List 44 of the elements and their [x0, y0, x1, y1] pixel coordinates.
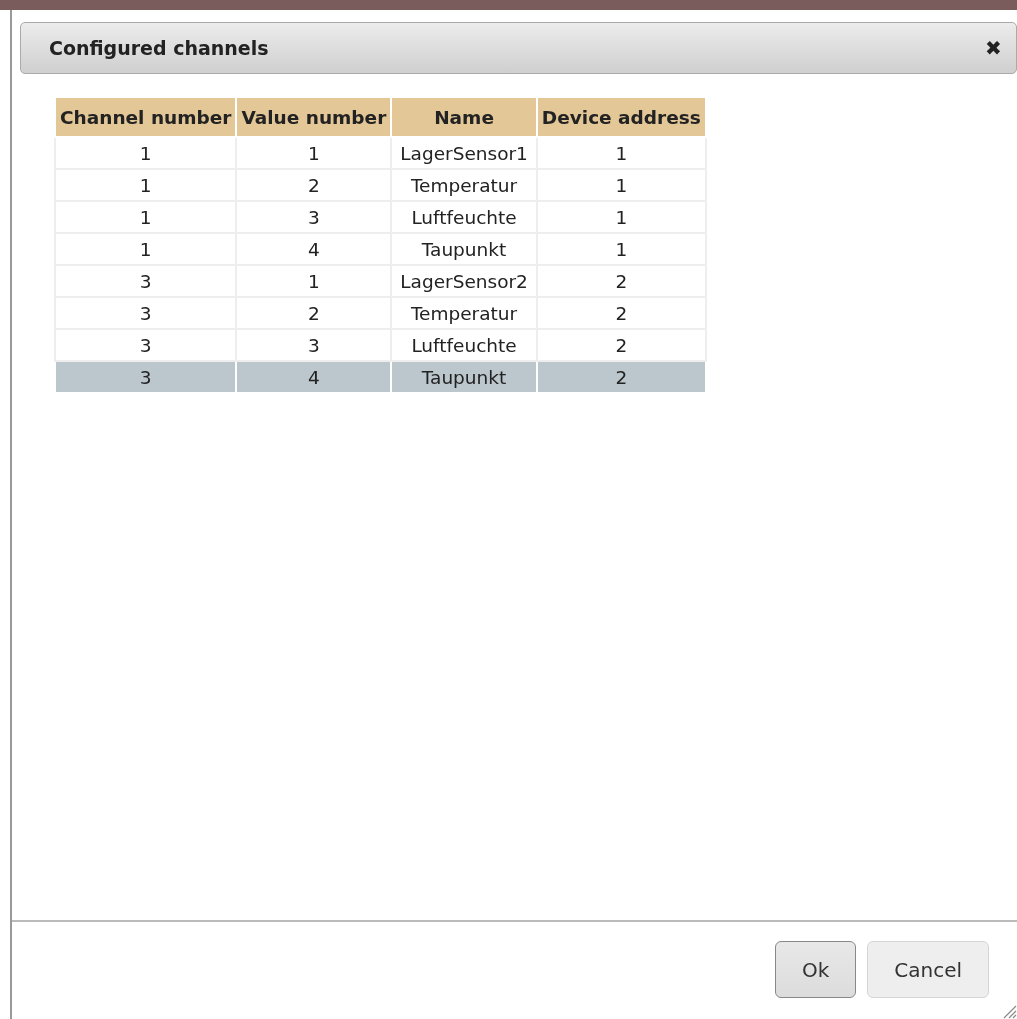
cancel-button[interactable]: Cancel [867, 941, 989, 998]
table-cell: 3 [55, 297, 237, 329]
column-header[interactable]: Name [391, 97, 537, 137]
table-cell: 1 [536, 233, 706, 265]
column-header[interactable]: Value number [236, 97, 392, 137]
table-cell: 2 [236, 297, 392, 329]
dialog-title: Configured channels [49, 37, 269, 59]
table-cell: 2 [536, 265, 706, 297]
column-header[interactable]: Channel number [55, 97, 237, 137]
table-cell: LagerSensor1 [391, 137, 537, 169]
table-cell: 1 [536, 169, 706, 201]
table-cell: 1 [55, 201, 237, 233]
table-cell: 3 [55, 265, 237, 297]
table-cell: 2 [236, 169, 392, 201]
table-cell: 1 [55, 137, 237, 169]
table-cell: 1 [55, 169, 237, 201]
table-cell: 1 [536, 201, 706, 233]
table-cell: Luftfeuchte [391, 201, 537, 233]
table-cell: 3 [236, 201, 392, 233]
table-cell: Temperatur [391, 297, 537, 329]
close-button[interactable]: ✖ [981, 36, 1006, 60]
table-cell: 2 [536, 297, 706, 329]
resize-grip-icon[interactable] [1001, 1003, 1017, 1019]
column-header[interactable]: Device address [536, 97, 706, 137]
table-cell: 2 [536, 361, 706, 393]
table-cell: LagerSensor2 [391, 265, 537, 297]
table-row[interactable]: 1 2 Temperatur 1 [55, 169, 706, 201]
table-cell: 3 [55, 361, 237, 393]
table-row[interactable]: 3 2 Temperatur 2 [55, 297, 706, 329]
table-cell: 4 [236, 361, 392, 393]
table-row[interactable]: 3 4 Taupunkt 2 [55, 361, 706, 393]
ok-button[interactable]: Ok [774, 941, 857, 998]
table-row[interactable]: 1 4 Taupunkt 1 [55, 233, 706, 265]
table-cell: Taupunkt [391, 233, 537, 265]
table-row[interactable]: 3 1 LagerSensor2 2 [55, 265, 706, 297]
table-cell: Temperatur [391, 169, 537, 201]
table-cell: 1 [536, 137, 706, 169]
table-cell: 4 [236, 233, 392, 265]
table-cell: 1 [236, 265, 392, 297]
table-cell: 1 [236, 137, 392, 169]
table-row[interactable]: 1 1 LagerSensor1 1 [55, 137, 706, 169]
table-cell: 1 [55, 233, 237, 265]
table-cell: Taupunkt [391, 361, 537, 393]
table-row[interactable]: 1 3 Luftfeuchte 1 [55, 201, 706, 233]
